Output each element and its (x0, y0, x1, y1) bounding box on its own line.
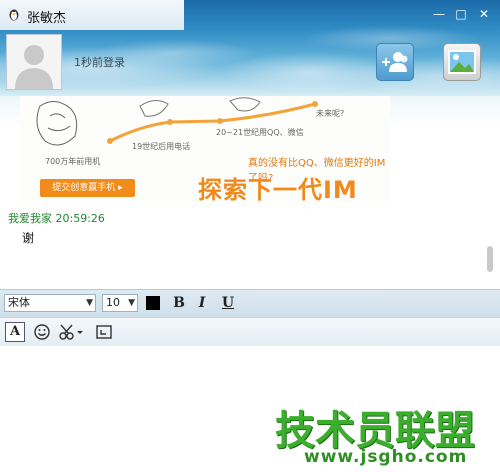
add-users-icon (382, 52, 408, 72)
emoji-button[interactable] (32, 322, 52, 342)
chevron-down-icon: ▼ (128, 298, 135, 308)
ad-caption: 700万年前用机 (45, 157, 101, 166)
scissors-icon (59, 324, 83, 340)
ad-caption: 未来呢? (316, 109, 345, 118)
ad-caption: 19世纪后用电话 (132, 142, 191, 151)
title-bar[interactable]: 张敏杰 — □ ✕ (0, 0, 500, 30)
format-toolbar: 宋体 ▼ 10 ▼ B I U (0, 289, 500, 317)
close-button[interactable]: ✕ (475, 6, 493, 22)
contact-status: 1秒前登录 (74, 56, 125, 69)
input-toolbar: A (0, 317, 500, 347)
font-family-value: 宋体 (8, 296, 30, 309)
italic-button[interactable]: I (193, 294, 211, 312)
qq-penguin-icon (9, 9, 19, 21)
ad-banner[interactable]: 700万年前用机 19世纪后用电话 20~21世纪用QQ、微信 未来呢? 真的没… (20, 96, 390, 204)
watermark-url: www.jsgho.com (304, 447, 468, 467)
message-sender: 我爱我家 (8, 212, 52, 225)
invite-friends-button[interactable] (376, 43, 414, 81)
message-history[interactable]: 700万年前用机 19世纪后用电话 20~21世纪用QQ、微信 未来呢? 真的没… (0, 96, 500, 289)
smiley-icon (34, 324, 50, 340)
ad-caption: 20~21世纪用QQ、微信 (216, 128, 304, 137)
bold-button[interactable]: B (170, 294, 188, 312)
ad-submit-button[interactable]: 提交创意赢手机 ▸ (40, 179, 135, 197)
font-tool-button[interactable]: A (5, 322, 25, 342)
picture-icon (448, 50, 476, 74)
ad-headline: 探索下一代IM (198, 176, 358, 204)
message-header: 我爱我家 20:59:26 (8, 210, 105, 226)
window-title: 张敏杰 (27, 11, 67, 26)
chat-header: 张敏杰 — □ ✕ 1秒前登录 (0, 0, 500, 96)
font-color-button[interactable] (146, 296, 160, 310)
default-avatar-icon (7, 35, 61, 89)
screenshot-button[interactable] (58, 322, 86, 342)
message-history-button[interactable] (94, 322, 114, 342)
message-body: 谢 (22, 231, 35, 245)
font-size-value: 10 (106, 296, 120, 309)
contact-avatar[interactable] (6, 34, 62, 90)
font-size-select[interactable]: 10 ▼ (102, 294, 138, 312)
history-icon (96, 325, 112, 339)
maximize-button[interactable]: □ (452, 6, 470, 22)
underline-button[interactable]: U (219, 294, 237, 312)
message-time: 20:59:26 (55, 212, 105, 225)
chat-scrollbar-thumb[interactable] (487, 246, 493, 272)
photo-button[interactable] (443, 43, 481, 81)
font-family-select[interactable]: 宋体 ▼ (4, 294, 96, 312)
chevron-down-icon: ▼ (86, 298, 93, 308)
minimize-button[interactable]: — (430, 6, 448, 22)
